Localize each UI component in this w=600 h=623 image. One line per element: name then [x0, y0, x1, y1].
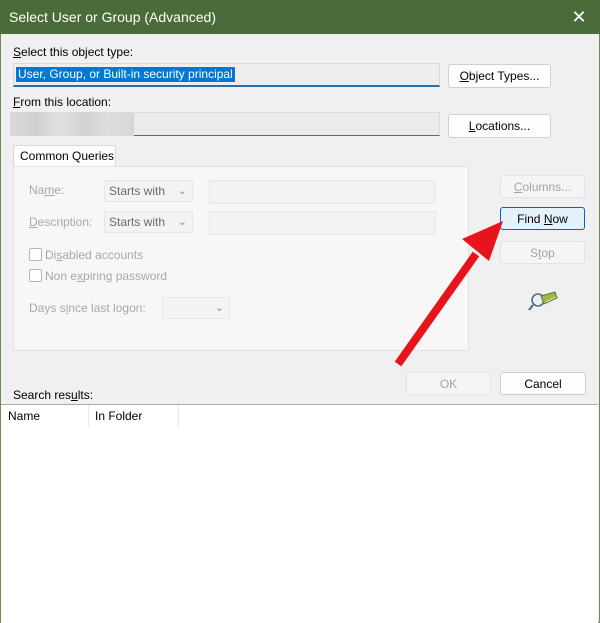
arrow-shaft [394, 251, 480, 367]
annotation-arrow [394, 221, 503, 367]
arrow-head [462, 221, 503, 261]
